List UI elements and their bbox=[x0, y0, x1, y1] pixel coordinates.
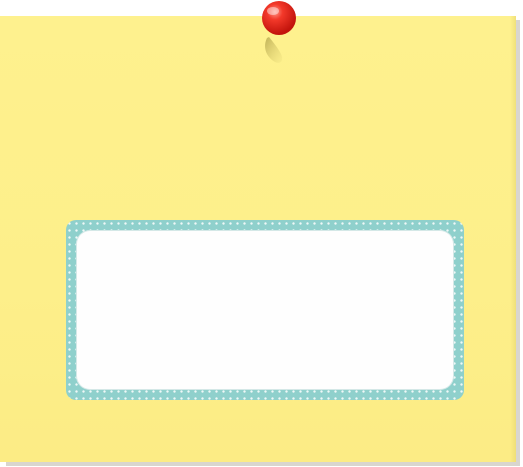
pushpin-icon bbox=[262, 1, 296, 63]
sticky-note-scene bbox=[0, 0, 523, 467]
label-frame bbox=[66, 220, 464, 400]
label-area bbox=[76, 230, 454, 390]
note-edge-shade bbox=[510, 16, 516, 462]
